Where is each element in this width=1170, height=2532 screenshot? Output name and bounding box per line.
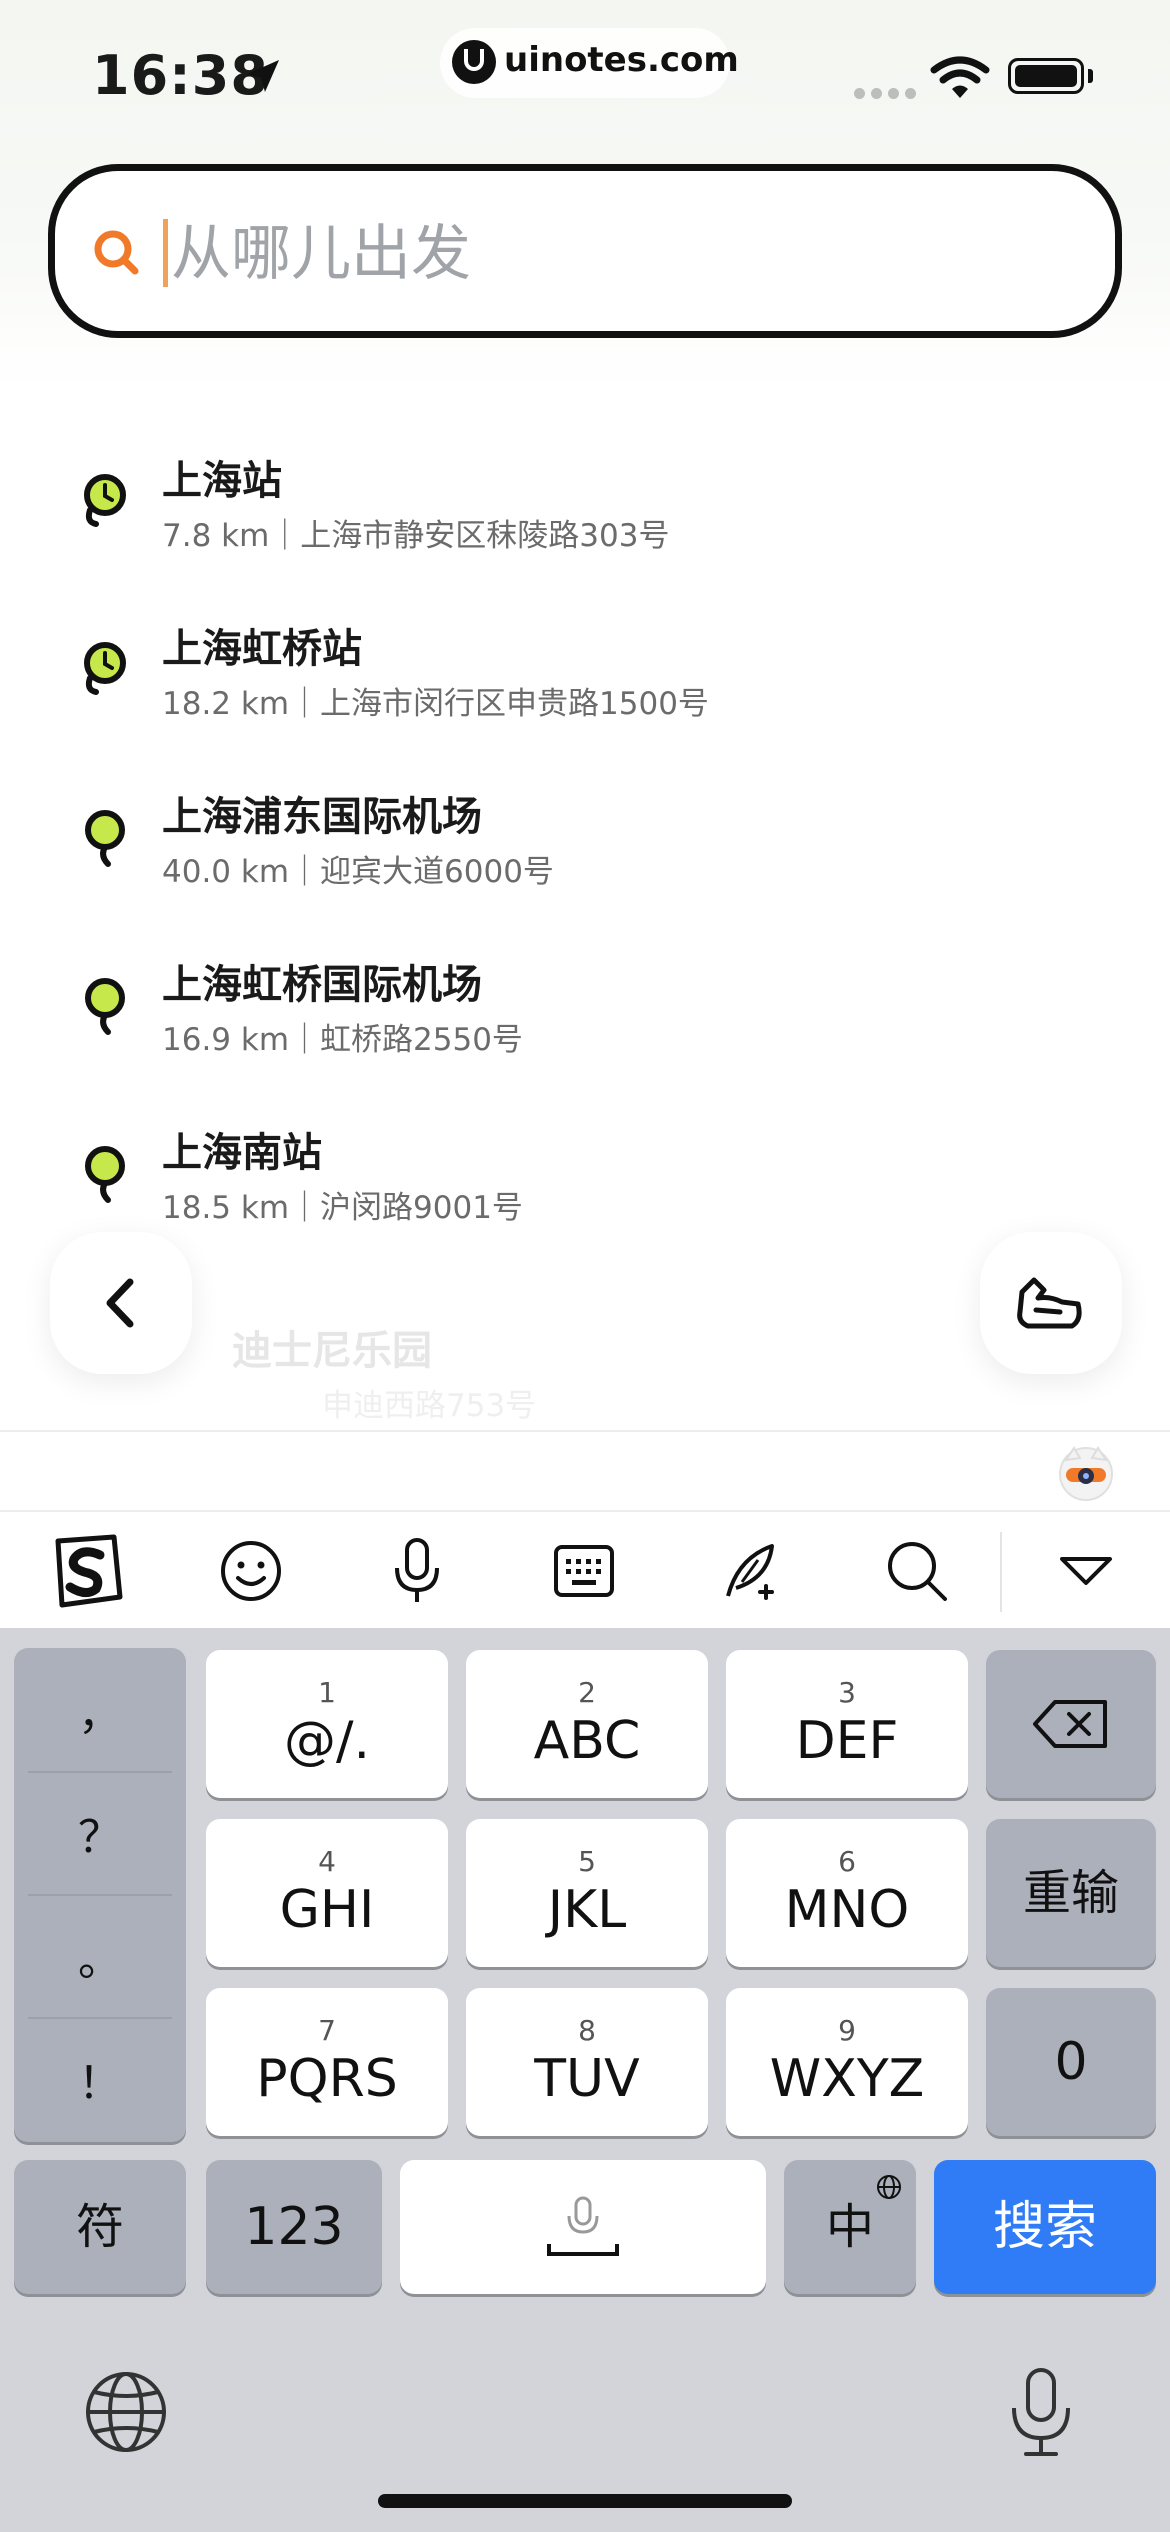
microphone-icon bbox=[395, 1538, 439, 1602]
symbols-key[interactable]: 符 bbox=[14, 2160, 186, 2294]
list-item[interactable]: 上海浦东国际机场 40.0 km｜迎宾大道6000号 bbox=[0, 756, 1170, 924]
key-7[interactable]: 7 PQRS bbox=[206, 1988, 448, 2136]
location-arrow-icon bbox=[247, 60, 279, 92]
numbers-key[interactable]: 123 bbox=[206, 2160, 382, 2294]
place-name: 迪士尼乐园 bbox=[232, 1328, 432, 1374]
search-icon bbox=[888, 1542, 947, 1601]
text-caret bbox=[163, 219, 168, 287]
keyboard-switch-button[interactable] bbox=[524, 1512, 644, 1630]
language-key[interactable]: 中 bbox=[784, 2160, 916, 2294]
globe-small-icon bbox=[877, 2175, 901, 2199]
pet-button[interactable] bbox=[980, 1232, 1122, 1374]
cellular-signal-icon bbox=[854, 84, 922, 103]
place-name: 上海站 bbox=[162, 458, 282, 504]
battery-tip bbox=[1088, 69, 1093, 83]
key-2[interactable]: 2 ABC bbox=[466, 1650, 708, 1798]
place-name: 上海虹桥国际机场 bbox=[162, 962, 482, 1008]
backspace-icon bbox=[1033, 1700, 1107, 1748]
key-3[interactable]: 3 DEF bbox=[726, 1650, 968, 1798]
dictation-mic-icon[interactable] bbox=[1006, 2366, 1076, 2458]
sogou-logo-icon bbox=[55, 1534, 123, 1608]
chevron-left-icon bbox=[106, 1278, 134, 1328]
search-box[interactable] bbox=[48, 164, 1122, 338]
wifi-icon bbox=[930, 56, 990, 98]
place-detail: 18.5 km｜沪闵路9001号 bbox=[162, 1190, 523, 1226]
hide-keyboard-button[interactable] bbox=[1026, 1512, 1146, 1630]
home-indicator bbox=[378, 2494, 792, 2508]
history-pin-icon bbox=[84, 474, 126, 527]
search-icon bbox=[94, 230, 139, 275]
voice-input-button[interactable] bbox=[357, 1512, 477, 1630]
keyboard: ， ？ 。 ！ 1 @/. 2 ABC 3 DEF 4 GHI 5 JKL 6 MNO 重输… bbox=[0, 1628, 1170, 2532]
key-8[interactable]: 8 TUV bbox=[466, 1988, 708, 2136]
place-detail: 申迪西路753号 bbox=[322, 1388, 537, 1424]
backspace-key[interactable] bbox=[986, 1650, 1156, 1798]
place-detail: 16.9 km｜虹桥路2550号 bbox=[162, 1022, 523, 1058]
punct-exclaim-key[interactable]: ！ bbox=[14, 2017, 186, 2140]
key-9[interactable]: 9 WXYZ bbox=[726, 1988, 968, 2136]
key-4[interactable]: 4 GHI bbox=[206, 1819, 448, 1967]
location-pin-icon bbox=[85, 978, 125, 1035]
key-5[interactable]: 5 JKL bbox=[466, 1819, 708, 1967]
status-bar: 16:38 uinotes.com bbox=[0, 0, 1170, 150]
place-detail: 40.0 km｜迎宾大道6000号 bbox=[162, 854, 554, 890]
space-key[interactable] bbox=[400, 2160, 766, 2294]
battery-icon bbox=[1008, 58, 1084, 94]
location-pin-icon bbox=[85, 810, 125, 867]
space-mic-icon bbox=[547, 2196, 619, 2256]
place-name: 上海虹桥站 bbox=[162, 626, 362, 672]
site-logo-icon bbox=[452, 40, 496, 84]
list-item[interactable]: 上海站 7.8 km｜上海市静安区秣陵路303号 bbox=[0, 420, 1170, 588]
punctuation-column: ， ？ 。 ！ bbox=[14, 1648, 186, 2142]
globe-icon[interactable] bbox=[84, 2370, 168, 2454]
retype-key[interactable]: 重输 bbox=[986, 1819, 1156, 1967]
url-text: uinotes.com bbox=[504, 40, 739, 80]
emoji-button[interactable] bbox=[191, 1512, 311, 1630]
history-pin-icon bbox=[84, 642, 126, 695]
assistant-avatar-icon[interactable] bbox=[1054, 1440, 1118, 1504]
handwriting-button[interactable] bbox=[691, 1512, 811, 1630]
place-detail: 7.8 km｜上海市静安区秣陵路303号 bbox=[162, 518, 670, 554]
divider bbox=[0, 1430, 1170, 1432]
key-6[interactable]: 6 MNO bbox=[726, 1819, 968, 1967]
list-item[interactable]: 上海虹桥站 18.2 km｜上海市闵行区申贵路1500号 bbox=[0, 588, 1170, 756]
search-tool-button[interactable] bbox=[857, 1512, 977, 1630]
emoji-icon bbox=[221, 1541, 281, 1601]
place-detail: 18.2 km｜上海市闵行区申贵路1500号 bbox=[162, 686, 709, 722]
place-name: 上海南站 bbox=[162, 1130, 322, 1176]
quill-icon bbox=[726, 1544, 774, 1600]
punct-question-key[interactable]: ？ bbox=[14, 1771, 186, 1894]
chevron-down-icon bbox=[1060, 1557, 1112, 1585]
keyboard-icon bbox=[554, 1545, 614, 1597]
list-item[interactable]: 上海虹桥国际机场 16.9 km｜虹桥路2550号 bbox=[0, 924, 1170, 1092]
key-1[interactable]: 1 @/. bbox=[206, 1650, 448, 1798]
place-name: 上海浦东国际机场 bbox=[162, 794, 482, 840]
toolbar-separator bbox=[1000, 1532, 1002, 1612]
pet-icon bbox=[1017, 1277, 1082, 1329]
sogou-logo-button[interactable] bbox=[24, 1512, 144, 1630]
punct-period-key[interactable]: 。 bbox=[14, 1894, 186, 2017]
location-pin-icon bbox=[85, 1146, 125, 1203]
key-0[interactable]: 0 bbox=[986, 1988, 1156, 2136]
search-key[interactable]: 搜索 bbox=[934, 2160, 1156, 2294]
search-input[interactable] bbox=[169, 207, 1073, 301]
keyboard-toolbar bbox=[0, 1510, 1170, 1630]
back-button[interactable] bbox=[50, 1232, 192, 1374]
punct-comma-key[interactable]: ， bbox=[14, 1648, 186, 1771]
